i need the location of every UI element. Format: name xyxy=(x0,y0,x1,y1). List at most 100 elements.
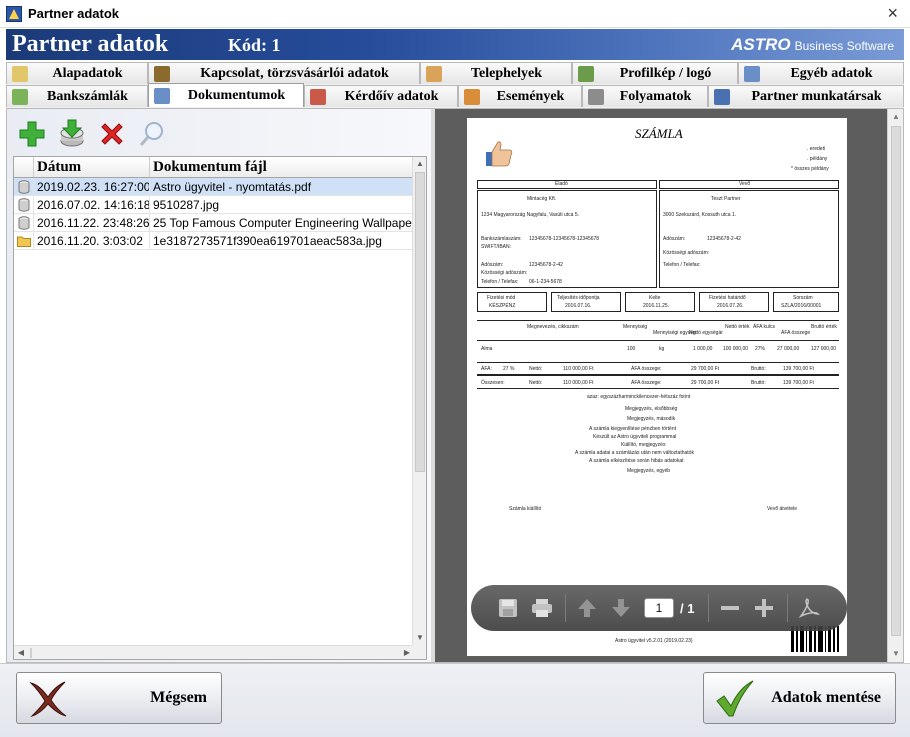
add-document-button[interactable] xyxy=(15,117,49,151)
scroll-left-icon[interactable]: ◀ xyxy=(14,646,28,659)
item-col-header: ÁFA kulcs xyxy=(753,324,775,330)
total-vat-value: 29 700,00 Ft xyxy=(691,380,720,386)
summary-label: Sorszám xyxy=(793,295,813,301)
item-col-header: Nettó egységár xyxy=(689,330,723,336)
process-icon xyxy=(588,88,604,105)
toolbar-separator xyxy=(787,594,789,622)
column-header-datum[interactable]: Dátum xyxy=(34,157,150,177)
save-button[interactable]: Adatok mentése xyxy=(703,672,896,724)
scroll-down-icon[interactable]: ▼ xyxy=(413,631,426,645)
pdf-page: SZÁMLA . eredeti . példány * összes péld… xyxy=(467,118,847,656)
table-row[interactable]: 2016.07.02. 14:16:18 9510287.jpg xyxy=(14,195,414,214)
note-line: azaz: egyszázharminckilencezer-hétszáz f… xyxy=(587,394,691,400)
pdf-print-button[interactable] xyxy=(531,597,553,619)
net-label: Nettó: xyxy=(529,366,543,372)
house-icon xyxy=(426,65,442,82)
row-date: 2016.11.20. 3:03:02 xyxy=(34,231,150,250)
note-line: Megjegyzés, egyéb xyxy=(627,468,671,474)
cancel-button[interactable]: Mégsem xyxy=(16,672,222,724)
scroll-thumb-horizontal[interactable] xyxy=(30,648,32,658)
grid-vertical-scrollbar[interactable]: ▲ ▼ xyxy=(412,157,426,645)
brand-business-software: Business Software xyxy=(794,39,894,53)
checkmark-icon xyxy=(716,680,754,717)
delete-icon xyxy=(101,123,123,145)
vat-sum-value: 29 700,00 Ft xyxy=(691,366,720,372)
tab-alapadatok[interactable]: Alapadatok xyxy=(6,62,148,84)
scroll-up-icon[interactable]: ▲ xyxy=(413,157,426,171)
pdf-page-input[interactable]: 1 xyxy=(644,598,674,618)
column-header-dokumentum-fajl[interactable]: Dokumentum fájl xyxy=(150,157,414,177)
close-icon[interactable]: × xyxy=(887,3,898,24)
tab-dokumentumok[interactable]: Dokumentumok xyxy=(148,83,304,107)
pdf-zoom-out-button[interactable] xyxy=(719,597,741,619)
table-row[interactable]: 2016.11.20. 3:03:02 1e3187273571f390ea61… xyxy=(14,231,414,250)
buyer-tax-value: 12345678-2-42 xyxy=(707,236,741,242)
total-label: Összesen: xyxy=(481,380,505,386)
tab-folyamatok[interactable]: Folyamatok xyxy=(582,85,708,107)
item-cell: 27 000,00 xyxy=(777,346,800,352)
money-icon xyxy=(12,88,28,105)
tab-profilkep[interactable]: Profilkép / logó xyxy=(572,62,738,84)
pdf-page-up-button[interactable] xyxy=(576,597,598,619)
tab-bankszamlak[interactable]: Bankszámlák xyxy=(6,85,148,107)
table-row[interactable]: 2019.02.23. 16:27:00 Astro ügyvitel - ny… xyxy=(14,177,414,196)
total-net-value: 110 000,00 Ft xyxy=(563,380,594,386)
page-header: Partner adatok Kód: 1 ASTRO Business Soft… xyxy=(6,29,904,60)
pdf-page-down-button[interactable] xyxy=(610,597,632,619)
scroll-thumb[interactable] xyxy=(891,126,901,636)
pdf-page-total: / 1 xyxy=(680,600,695,616)
buyer-address: 3000 Szekszárd, Kossuth utca 1. xyxy=(663,212,737,218)
bank-value: 12345678-12345678-12345678 xyxy=(529,236,600,242)
total-vat-label: ÁFA összege: xyxy=(631,380,662,386)
delete-document-button[interactable] xyxy=(95,117,129,151)
save-icon xyxy=(499,599,517,617)
sign-right: Vevő átvétele xyxy=(767,506,798,512)
scroll-thumb[interactable] xyxy=(415,172,425,472)
calendar-icon xyxy=(464,88,480,105)
table-row[interactable]: 2016.11.22. 23:48:26 25 Top Famous Compu… xyxy=(14,213,414,232)
summary-value: SZLA/2016/00001 xyxy=(781,303,822,309)
pdf-save-button[interactable] xyxy=(497,597,519,619)
item-cell: 27% xyxy=(755,346,766,352)
pdf-zoom-in-button[interactable] xyxy=(753,597,775,619)
download-document-button[interactable] xyxy=(55,117,89,151)
doc-flag: . eredeti xyxy=(807,146,826,152)
rule xyxy=(477,320,839,321)
summary-value: 2016.07.16. xyxy=(565,303,592,309)
total-net-label: Nettó: xyxy=(529,380,543,386)
tab-egyeb-adatok[interactable]: Egyéb adatok xyxy=(738,62,904,84)
download-icon xyxy=(60,119,84,147)
arrow-down-icon xyxy=(612,599,630,617)
eu-tax-label: Közösségi adószám: xyxy=(481,270,528,276)
phone-value: 06-1-234-5678 xyxy=(529,279,562,285)
doc-title: SZÁMLA xyxy=(635,126,683,141)
summary-value: 2016.11.25. xyxy=(643,303,670,309)
tab-esemenyek[interactable]: Események xyxy=(458,85,582,107)
buyer-header: Vevő xyxy=(739,181,751,187)
item-cell: 100 000,00 xyxy=(723,346,749,352)
arrow-up-icon xyxy=(578,599,596,617)
acrobat-icon xyxy=(799,598,821,618)
brand-astro: ASTRO xyxy=(731,35,791,54)
row-file: 9510287.jpg xyxy=(153,197,220,212)
grid-horizontal-scrollbar[interactable]: ◀ ▶ xyxy=(14,645,414,659)
tax-label: Adószám: xyxy=(481,262,504,268)
item-cell: 127 000,00 xyxy=(811,346,837,352)
scroll-down-icon[interactable]: ▼ xyxy=(888,646,903,662)
buyer-phone-label: Telefon / Telefax: xyxy=(663,262,701,268)
item-col-header: Nettó érték xyxy=(725,324,750,330)
pdf-open-acrobat-button[interactable] xyxy=(798,597,821,619)
row-date: 2016.11.22. 23:48:26 xyxy=(34,213,150,232)
vat-label: ÁFA: xyxy=(481,366,492,372)
row-file: 25 Top Famous Computer Engineering Wallp… xyxy=(153,215,414,230)
pdf-vertical-scrollbar[interactable]: ▲ ▼ xyxy=(887,109,903,662)
person-icon xyxy=(714,88,730,105)
tab-partner-munkatarsak[interactable]: Partner munkatársak xyxy=(708,85,904,107)
tab-kapcsolat[interactable]: Kapcsolat, törzsvásárlói adatok xyxy=(148,62,420,84)
view-document-button[interactable] xyxy=(135,117,169,151)
tab-kerdoiv-adatok[interactable]: Kérdőív adatok xyxy=(304,85,458,107)
tab-telephelyek[interactable]: Telephelyek xyxy=(420,62,572,84)
tab-strip: Alapadatok Kapcsolat, törzsvásárlói adat… xyxy=(6,62,904,108)
brand-logo: ASTRO Business Software xyxy=(731,35,894,55)
scroll-up-icon[interactable]: ▲ xyxy=(888,109,903,125)
